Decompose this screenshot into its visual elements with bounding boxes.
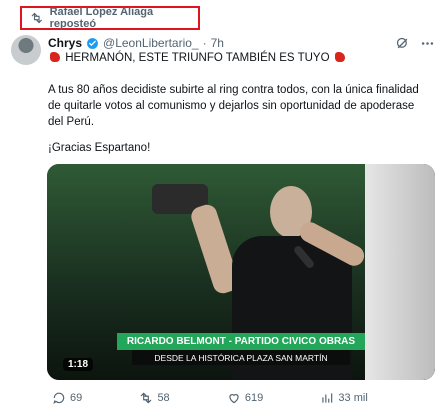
tweet-body: A tus 80 años decidiste subirte al ring …: [48, 84, 419, 128]
display-name[interactable]: Chrys: [48, 36, 82, 50]
video-duration: 1:18: [63, 358, 94, 371]
like-icon: [229, 394, 239, 404]
avatar[interactable]: [11, 35, 41, 65]
retweet-button[interactable]: 58: [139, 391, 170, 405]
headline-text: HERMANÓN, ESTE TRIUNFO TAMBIÉN ES TUYO: [65, 52, 330, 64]
tweet-header: Chrys @LeonLibertario_ · 7h: [48, 35, 435, 51]
video-caption-banner: RICARDO BELMONT - PARTIDO CIVICO OBRAS D…: [117, 332, 365, 366]
repost-label: Rafael López Aliaga reposteó: [49, 6, 154, 30]
repost-icon: [31, 12, 42, 24]
boxing-glove-icon: [334, 52, 345, 62]
grok-icon[interactable]: [395, 36, 410, 51]
secondary-actions: [425, 391, 437, 405]
tweet-headline: HERMANÓN, ESTE TRIUNFO TAMBIÉN ES TUYO: [48, 50, 429, 66]
repost-indicator[interactable]: Rafael López Aliaga reposteó: [20, 6, 200, 30]
verified-icon: [87, 37, 98, 49]
reply-count: 69: [70, 392, 83, 404]
building-wall: [365, 164, 435, 380]
reply-button[interactable]: 69: [52, 391, 82, 405]
retweet-count: 58: [157, 392, 170, 404]
like-button[interactable]: 619: [227, 391, 263, 405]
reply-icon: [53, 392, 65, 404]
banner-subtitle: DESDE LA HISTÓRICA PLAZA SAN MARTÍN: [131, 350, 351, 365]
views-icon: [322, 393, 333, 403]
retweet-icon: [141, 392, 152, 404]
user-handle[interactable]: @LeonLibertario_: [103, 36, 199, 50]
boxing-glove-icon: [50, 52, 60, 62]
views-count: 33 mil: [338, 392, 368, 404]
banner-title: RICARDO BELMONT - PARTIDO CIVICO OBRAS: [117, 333, 365, 350]
tweet-actions: 69 58 619 33 mil: [52, 391, 437, 405]
more-icon[interactable]: [420, 36, 435, 51]
header-actions: [395, 36, 435, 51]
like-count: 619: [244, 392, 264, 404]
separator-dot: ·: [202, 36, 207, 50]
tweet-thanks: ¡Gracias Espartano!: [48, 142, 151, 154]
views-button[interactable]: 33 mil: [320, 391, 368, 405]
timestamp[interactable]: 7h: [211, 36, 224, 50]
video-player[interactable]: RICARDO BELMONT - PARTIDO CIVICO OBRAS D…: [47, 164, 435, 380]
